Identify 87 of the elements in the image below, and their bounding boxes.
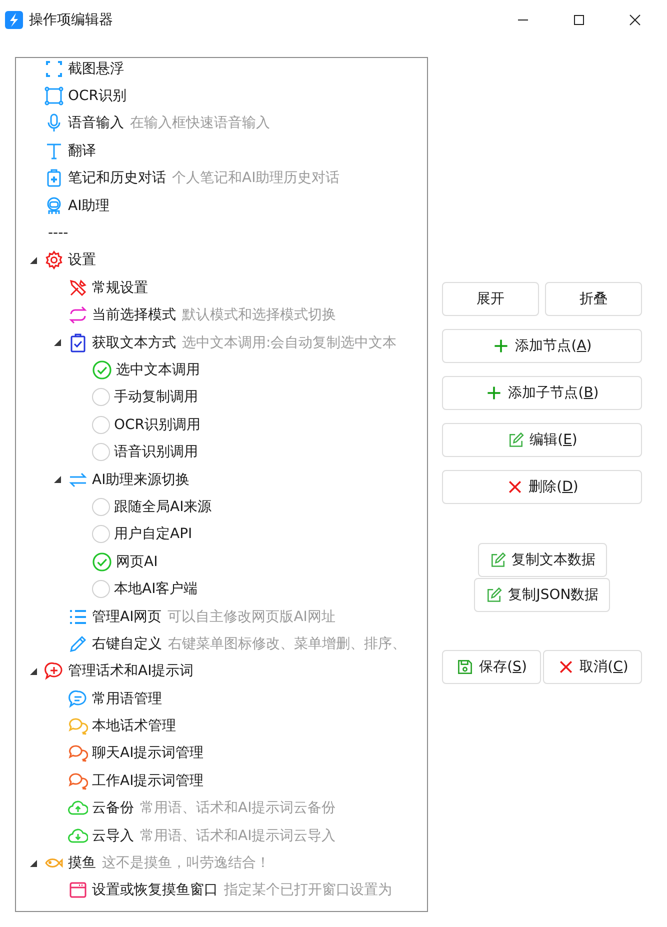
tree-item-label[interactable]: 工作AI提示词管理 xyxy=(92,772,204,790)
radio-button[interactable] xyxy=(92,360,112,380)
add-node-button[interactable]: 添加节点(A) xyxy=(442,329,642,363)
window-title: 操作项编辑器 xyxy=(29,11,113,29)
app-icon xyxy=(5,11,23,29)
item-description: 选中文本调用:会自动复制选中文本 xyxy=(182,334,397,352)
pencil-icon xyxy=(68,634,88,654)
collapse-arrow-icon[interactable] xyxy=(30,256,36,264)
collapse-arrow-icon[interactable] xyxy=(30,860,36,867)
cancel-button[interactable]: 取消(C) xyxy=(543,650,642,684)
save-icon xyxy=(456,658,474,676)
tree-item-label[interactable]: OCR识别 xyxy=(68,87,127,106)
item-description: 个人笔记和AI助理历史对话 xyxy=(172,169,340,188)
tree-item-label[interactable]: 截图悬浮 xyxy=(68,60,124,78)
tree-item-label[interactable]: 当前选择模式 xyxy=(92,306,176,324)
tree-item-label[interactable]: 选中文本调用 xyxy=(116,360,200,379)
radio-button[interactable] xyxy=(92,498,110,516)
tree-item-label[interactable]: 右键自定义 xyxy=(92,634,162,653)
window-icon xyxy=(68,880,88,900)
tree-item-label[interactable]: 翻译 xyxy=(68,142,96,160)
radio-button[interactable] xyxy=(92,443,110,462)
tree-item-label[interactable]: 云导入 xyxy=(92,826,134,845)
clipboard-check-icon xyxy=(68,332,88,353)
separator-item[interactable]: ---- xyxy=(48,225,68,242)
edit-icon xyxy=(488,551,506,569)
edit-button[interactable]: 编辑(E) xyxy=(442,423,642,457)
tree-item-label[interactable]: 常规设置 xyxy=(92,278,148,297)
collapse-all-button[interactable]: 折叠 xyxy=(545,282,642,316)
tree-item-label[interactable]: 跟随全局AI来源 xyxy=(114,498,212,516)
tree-item-label[interactable]: AI助理来源切换 xyxy=(92,470,190,489)
plus-icon xyxy=(492,337,510,355)
radio-button[interactable] xyxy=(92,388,110,406)
tree-item-label[interactable]: 本地AI客户端 xyxy=(114,580,198,598)
frame-icon xyxy=(44,86,64,106)
edit-icon xyxy=(506,431,525,449)
gear-icon xyxy=(44,250,64,270)
tree-item-label[interactable]: 常用语管理 xyxy=(92,690,162,708)
delete-button[interactable]: 删除(D) xyxy=(442,470,642,504)
item-description: 右键菜单图标修改、菜单增删、排序、 xyxy=(168,634,406,653)
copy-text-button[interactable]: 复制文本数据 xyxy=(478,543,606,577)
radio-button[interactable] xyxy=(92,580,110,598)
chat-icon xyxy=(68,688,88,709)
tree-item-label[interactable]: 网页AI xyxy=(116,552,158,571)
tree-item-label[interactable]: 摸鱼 xyxy=(68,854,96,872)
loop-arrows-icon xyxy=(68,305,88,326)
item-description: 可以自主修改网页版AI网址 xyxy=(168,608,336,626)
tree-item-label[interactable]: 云备份 xyxy=(92,799,134,818)
maximize-icon[interactable] xyxy=(573,14,585,26)
collapse-arrow-icon[interactable] xyxy=(54,476,60,484)
tree-item-label[interactable]: 手动复制调用 xyxy=(114,388,198,406)
item-description: 这不是摸鱼，叫劳逸结合！ xyxy=(102,854,270,872)
item-description: 常用语、话术和AI提示词云导入 xyxy=(140,826,336,845)
tree-item-label[interactable]: OCR识别调用 xyxy=(114,416,201,434)
tree-item-label[interactable]: 设置 xyxy=(68,251,96,270)
plus-icon xyxy=(485,384,504,402)
tree-item-label[interactable]: 管理话术和AI提示词 xyxy=(68,662,194,680)
tree-item-label[interactable]: 本地话术管理 xyxy=(92,717,176,736)
edit-icon xyxy=(485,586,504,604)
dashed-frame-icon xyxy=(44,58,64,79)
chats-icon xyxy=(68,716,88,736)
tree-item-label[interactable]: 聊天AI提示词管理 xyxy=(92,744,204,762)
tree-item-label[interactable]: 用户自定API xyxy=(114,525,192,544)
save-button[interactable]: 保存(S) xyxy=(442,650,541,684)
chats-icon xyxy=(68,743,88,764)
item-description: 指定某个已打开窗口设置为 xyxy=(224,881,392,900)
tools-icon xyxy=(68,278,88,298)
tree-item-label[interactable]: 笔记和历史对话 xyxy=(68,169,166,188)
tree-item-label[interactable]: 管理AI网页 xyxy=(92,608,162,626)
chats-icon xyxy=(68,770,88,791)
radio-button[interactable] xyxy=(92,525,110,544)
tree-item-label[interactable]: AI助理 xyxy=(68,196,110,215)
close-icon[interactable] xyxy=(629,14,641,26)
chat-plus-icon xyxy=(44,661,64,682)
radio-button[interactable] xyxy=(92,416,110,434)
add-child-node-button[interactable]: 添加子节点(B) xyxy=(442,376,642,410)
collapse-arrow-icon[interactable] xyxy=(30,668,36,675)
collapse-arrow-icon[interactable] xyxy=(54,339,60,346)
expand-all-button[interactable]: 展开 xyxy=(442,282,539,316)
tree-item-label[interactable]: 设置或恢复摸鱼窗口 xyxy=(92,881,218,900)
tree-item-label[interactable]: 获取文本方式 xyxy=(92,334,176,352)
tree-item-label[interactable]: 语音输入 xyxy=(68,114,124,132)
item-description: 常用语、话术和AI提示词云备份 xyxy=(140,799,336,818)
item-description: 默认模式和选择模式切换 xyxy=(182,306,336,324)
item-description: 在输入框快速语音输入 xyxy=(130,114,270,132)
copy-json-button[interactable]: 复制JSON数据 xyxy=(474,578,610,612)
tree-item-label[interactable]: 语音识别调用 xyxy=(114,443,198,462)
radio-button[interactable] xyxy=(92,552,112,572)
